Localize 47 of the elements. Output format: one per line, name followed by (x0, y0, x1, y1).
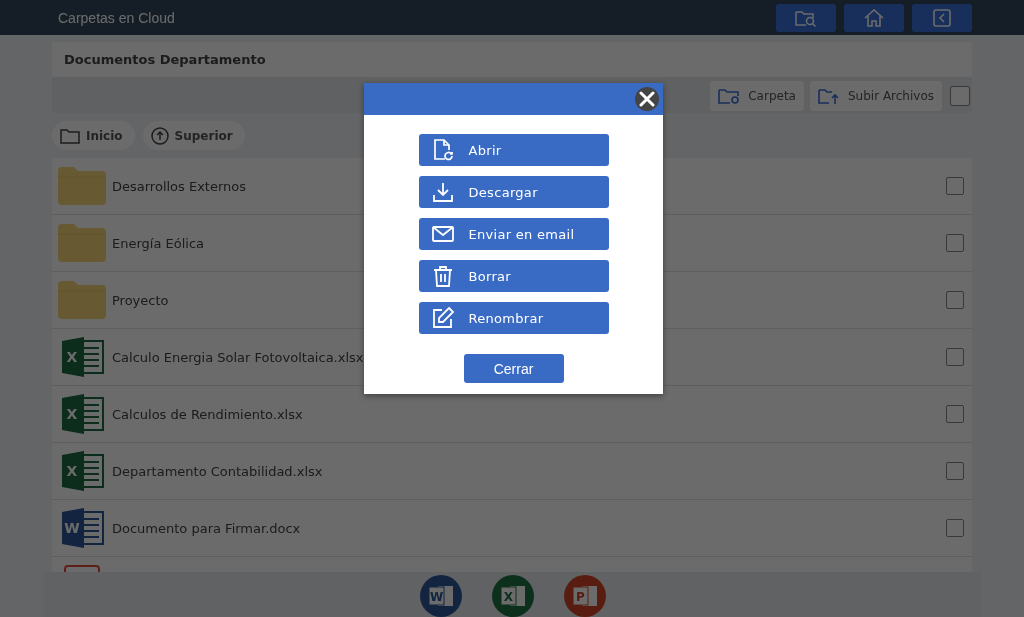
file-checkbox[interactable] (946, 405, 964, 423)
file-name: Desarrollos Externos (112, 178, 247, 194)
back-button[interactable] (912, 3, 972, 32)
file-checkbox[interactable] (946, 348, 964, 366)
select-all-checkbox[interactable] (950, 86, 970, 106)
word-app-icon[interactable]: W (420, 575, 462, 617)
file-checkbox[interactable] (946, 519, 964, 537)
file-name: Proyecto (112, 292, 169, 308)
file-name: Departamento Contabilidad.xlsx (112, 463, 323, 479)
file-row[interactable]: X Departamento Contabilidad.xlsx (52, 443, 972, 500)
presentation-app-icon[interactable]: P (564, 575, 606, 617)
close-icon (639, 91, 655, 107)
home-folder-button[interactable]: Inicio (52, 121, 135, 150)
new-folder-button[interactable]: Carpeta (710, 81, 804, 111)
folder-search-icon (795, 8, 817, 27)
edit-icon (430, 306, 455, 330)
file-checkbox[interactable] (946, 462, 964, 480)
folder-icon (58, 224, 106, 262)
file-checkbox[interactable] (946, 291, 964, 309)
file-checkbox[interactable] (946, 177, 964, 195)
file-checkbox[interactable] (946, 234, 964, 252)
app-title: Carpetas en Cloud (58, 9, 175, 26)
download-button[interactable]: Descargar (418, 176, 609, 208)
file-name: Calculo Energia Solar Fotovoltaica.xlsx (112, 349, 364, 365)
new-folder-icon (718, 87, 741, 105)
file-row[interactable]: W Documento para Firmar.docx (52, 500, 972, 557)
folder-path: Documentos Departamento (64, 52, 266, 67)
folder-search-button[interactable] (776, 3, 836, 32)
file-name: Calculos de Rendimiento.xlsx (112, 406, 303, 422)
home-icon (864, 8, 884, 27)
delete-button[interactable]: Borrar (418, 260, 609, 292)
folder-icon (58, 167, 106, 205)
folder-icon (60, 127, 80, 144)
folder-upload-icon (817, 87, 840, 105)
folder-icon (58, 281, 106, 319)
home-button[interactable] (844, 3, 904, 32)
email-button[interactable]: Enviar en email (418, 218, 609, 250)
back-icon (933, 8, 951, 27)
upload-button[interactable]: Subir Archivos (809, 81, 942, 111)
parent-folder-button[interactable]: Superior (142, 121, 245, 150)
excel-app-icon[interactable]: X (492, 575, 534, 617)
download-icon (430, 180, 455, 204)
close-dialog-button[interactable]: Cerrar (463, 354, 564, 383)
rename-button[interactable]: Renombrar (418, 302, 609, 334)
file-name: Energía Eólica (112, 235, 205, 251)
open-button[interactable]: Abrir (418, 134, 609, 166)
file-name: Documento para Firmar.docx (112, 520, 301, 536)
